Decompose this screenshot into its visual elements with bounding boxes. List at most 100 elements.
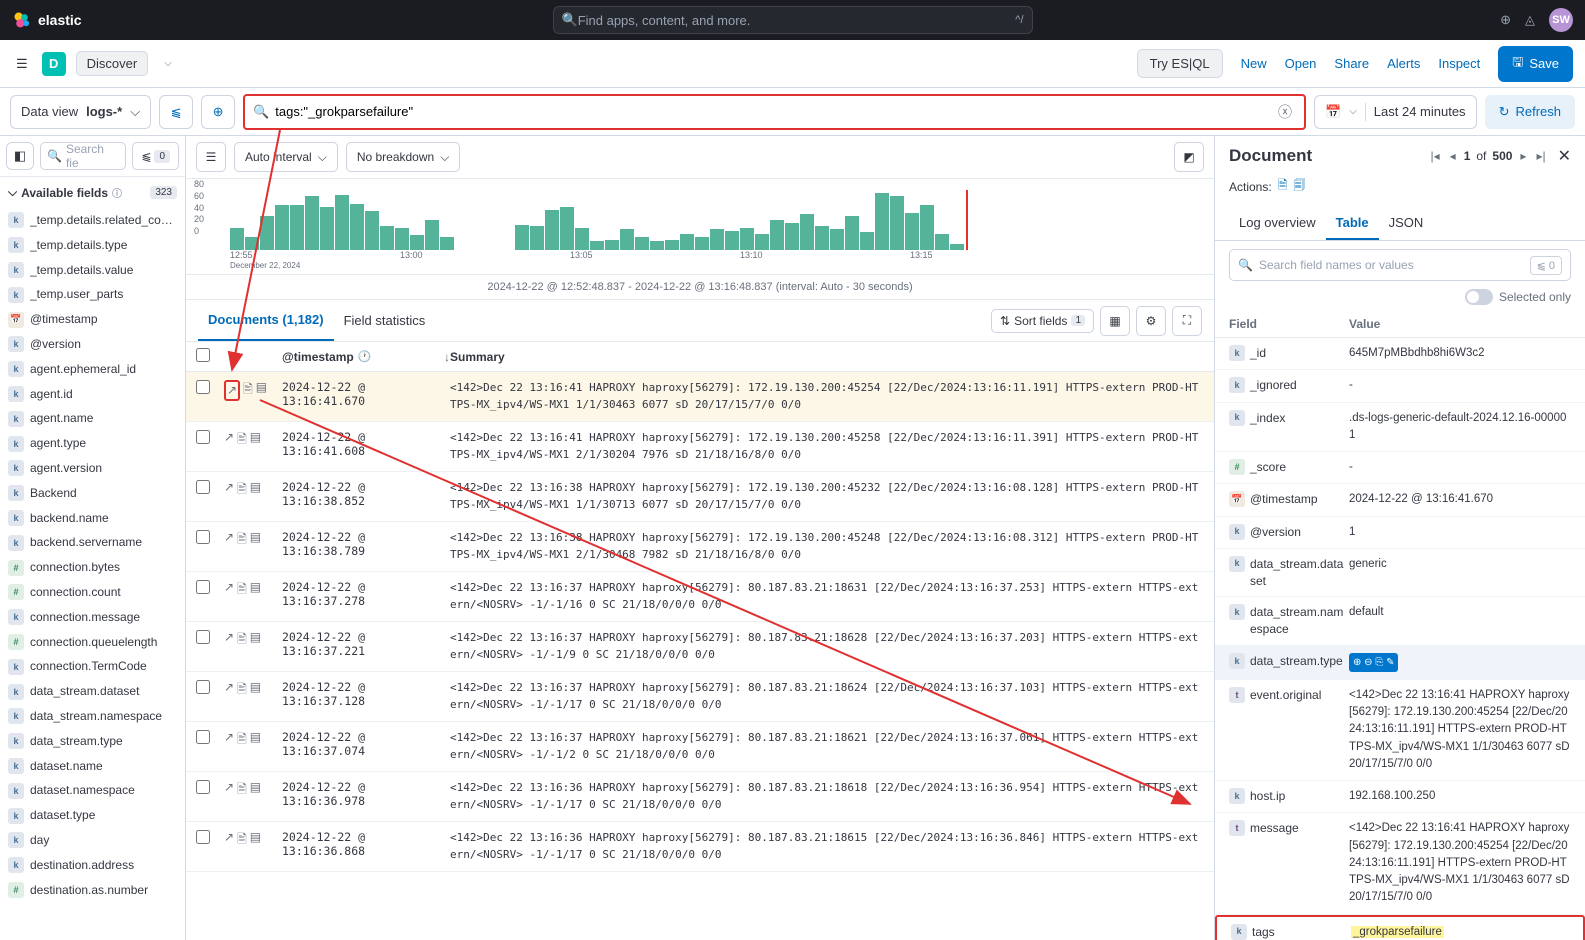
new-link[interactable]: New <box>1241 56 1267 71</box>
histogram-bar[interactable] <box>770 220 784 250</box>
expand-icon[interactable]: ↗ <box>224 630 234 651</box>
field-item[interactable]: k_temp.details.related_command <box>0 208 185 233</box>
help-icon[interactable]: ◬ <box>1525 12 1535 28</box>
flyout-field-row[interactable]: ktags _grokparsefailure <box>1215 915 1585 940</box>
histogram-bar[interactable] <box>740 228 754 251</box>
histogram-bar[interactable] <box>890 196 904 250</box>
tab-field-statistics[interactable]: Field statistics <box>334 300 436 341</box>
view-icon[interactable]: 🖹 <box>237 530 247 551</box>
row-checkbox[interactable] <box>196 730 210 744</box>
view-icon[interactable]: 🖹 <box>237 780 247 801</box>
histogram-bar[interactable] <box>425 220 439 250</box>
table-row[interactable]: ↗ 🖹 ▤ 2024-12-22 @ 13:16:36.868 <142>Dec… <box>186 822 1214 872</box>
kql-query-input[interactable]: 🔍 ⓧ <box>243 94 1306 130</box>
interval-selector[interactable]: Auto interval ⌵ <box>234 142 338 172</box>
row-checkbox[interactable] <box>196 680 210 694</box>
expand-icon[interactable]: ↗ <box>224 580 234 601</box>
available-fields-header[interactable]: ⌵ Available fields ⓘ 323 <box>0 177 185 208</box>
field-item[interactable]: #destination.as.number <box>0 878 185 903</box>
histogram-bar[interactable] <box>785 223 799 250</box>
histogram-bar[interactable] <box>305 196 319 250</box>
open-link[interactable]: Open <box>1285 56 1317 71</box>
next-page-icon[interactable]: ▸ <box>1518 147 1528 165</box>
copy-icon[interactable]: ▤ <box>250 430 261 451</box>
histogram-bar[interactable] <box>350 204 364 251</box>
view-icon[interactable]: 🖹 <box>237 580 247 601</box>
flyout-field-row[interactable]: tmessage <142>Dec 22 13:16:41 HAPROXY ha… <box>1215 813 1585 914</box>
field-item[interactable]: kagent.ephemeral_id <box>0 357 185 382</box>
field-item[interactable]: #connection.bytes <box>0 555 185 580</box>
flyout-field-row[interactable]: khost.ip 192.168.100.250 <box>1215 781 1585 813</box>
histogram-bar[interactable] <box>395 228 409 251</box>
field-item[interactable]: kagent.id <box>0 382 185 407</box>
table-row[interactable]: ↗ 🖹 ▤ 2024-12-22 @ 13:16:38.852 <142>Dec… <box>186 472 1214 522</box>
histogram-bar[interactable] <box>590 241 604 250</box>
view-icon[interactable]: 🖹 <box>237 630 247 651</box>
copy-icon[interactable]: ▤ <box>250 580 261 601</box>
surrounding-docs-icon[interactable]: 🗐 <box>1293 176 1305 197</box>
histogram-bar[interactable] <box>440 237 454 251</box>
copy-icon[interactable]: ▤ <box>250 630 261 651</box>
col-summary[interactable]: Summary <box>450 350 1204 364</box>
sort-fields-button[interactable]: ⇅ Sort fields 1 <box>991 309 1094 333</box>
copy-icon[interactable]: ▤ <box>250 680 261 701</box>
table-row[interactable]: ↗ 🖹 ▤ 2024-12-22 @ 13:16:41.670 <142>Dec… <box>186 372 1214 422</box>
flyout-field-search[interactable]: 🔍 Search field names or values ⫹ 0 <box>1229 249 1571 281</box>
field-item[interactable]: k_temp.details.type <box>0 233 185 258</box>
histogram-bar[interactable] <box>815 226 829 250</box>
elastic-logo[interactable]: elastic <box>12 10 82 30</box>
nav-menu-button[interactable]: ☰ <box>12 52 32 76</box>
histogram-bar[interactable] <box>320 207 334 251</box>
breakdown-selector[interactable]: No breakdown ⌵ <box>346 142 461 172</box>
newsfeed-icon[interactable]: ⊕ <box>1500 12 1511 28</box>
field-item[interactable]: kagent.version <box>0 456 185 481</box>
field-item[interactable]: 📅@timestamp <box>0 307 185 332</box>
flyout-field-row[interactable]: kdata_stream.dataset generic <box>1215 549 1585 598</box>
flyout-field-row[interactable]: tevent.original <142>Dec 22 13:16:41 HAP… <box>1215 680 1585 781</box>
flyout-tab-log-overview[interactable]: Log overview <box>1229 207 1326 240</box>
histogram-bar[interactable] <box>575 228 589 251</box>
avatar[interactable]: SW <box>1549 8 1573 32</box>
histogram-bar[interactable] <box>410 235 424 250</box>
density-button[interactable]: ▦ <box>1100 306 1130 336</box>
histogram-bar[interactable] <box>380 226 394 250</box>
timerange-picker[interactable]: 📅 ⌵ Last 24 minutes <box>1314 95 1477 129</box>
field-item[interactable]: kdestination.address <box>0 853 185 878</box>
field-filter-button[interactable]: ⫹ 0 <box>132 142 179 170</box>
flyout-field-row[interactable]: k_index .ds-logs-generic-default-2024.12… <box>1215 403 1585 453</box>
chevron-down-icon[interactable]: ⌵ <box>164 58 172 69</box>
app-title-button[interactable]: Discover <box>76 51 149 76</box>
field-item[interactable]: kdataset.type <box>0 803 185 828</box>
refresh-button[interactable]: ↻ Refresh <box>1485 95 1575 129</box>
clear-icon[interactable]: ⓧ <box>1274 102 1296 122</box>
row-checkbox[interactable] <box>196 530 210 544</box>
prev-page-icon[interactable]: ◂ <box>1448 147 1458 165</box>
histogram-bar[interactable] <box>725 231 739 251</box>
histogram-bar[interactable] <box>635 237 649 251</box>
kql-input[interactable] <box>275 104 1268 119</box>
field-item[interactable]: kbackend.servername <box>0 530 185 555</box>
copy-icon[interactable]: ▤ <box>256 380 267 401</box>
field-item[interactable]: kagent.type <box>0 431 185 456</box>
histogram-bar[interactable] <box>290 205 304 250</box>
expand-icon[interactable]: ↗ <box>224 730 234 751</box>
histogram-bar[interactable] <box>695 237 709 251</box>
row-checkbox[interactable] <box>196 580 210 594</box>
flyout-field-row[interactable]: #_score - <box>1215 452 1585 484</box>
histogram-bar[interactable] <box>515 225 529 251</box>
view-icon[interactable]: 🖹 <box>237 830 247 851</box>
row-checkbox[interactable] <box>196 430 210 444</box>
flyout-field-row[interactable]: k_ignored - <box>1215 370 1585 402</box>
field-item[interactable]: #connection.count <box>0 580 185 605</box>
expand-icon[interactable]: ↗ <box>224 780 234 801</box>
flyout-field-row[interactable]: kdata_stream.namespace default <box>1215 597 1585 646</box>
flyout-field-row[interactable]: k_id 645M7pMBbdhb8hi6W3c2 <box>1215 338 1585 370</box>
global-search[interactable]: 🔍 Find apps, content, and more. ^/ <box>553 6 1033 34</box>
histogram-bar[interactable] <box>830 229 844 250</box>
histogram-bar[interactable] <box>935 234 949 251</box>
table-row[interactable]: ↗ 🖹 ▤ 2024-12-22 @ 13:16:38.789 <142>Dec… <box>186 522 1214 572</box>
add-filter-button[interactable]: ⊕ <box>201 95 235 129</box>
table-row[interactable]: ↗ 🖹 ▤ 2024-12-22 @ 13:16:37.278 <142>Dec… <box>186 572 1214 622</box>
field-actions[interactable]: ⊕ ⊖ ⎘ ✎ <box>1349 653 1398 672</box>
histogram-bar[interactable] <box>905 213 919 251</box>
